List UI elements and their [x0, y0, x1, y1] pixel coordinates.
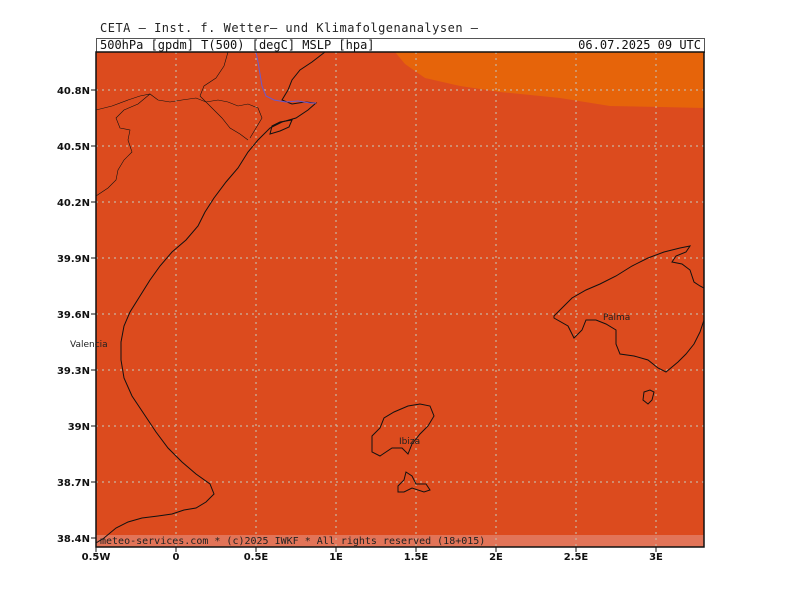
lon-label-0-5w: 0.5W: [82, 552, 111, 563]
lat-label-39-3: 39.3N: [57, 366, 90, 377]
lon-label-0-5e: 0.5E: [244, 552, 269, 563]
lon-label-0: 0: [173, 552, 180, 563]
lon-label-3e: 3E: [649, 552, 663, 563]
city-label-palma: Palma: [603, 313, 630, 323]
lat-label-39: 39N: [68, 422, 90, 433]
lat-label-38-7: 38.7N: [57, 478, 90, 489]
lat-label-38-4: 38.4N: [57, 534, 90, 545]
lon-label-1e: 1E: [329, 552, 343, 563]
lat-label-39-6: 39.6N: [57, 310, 90, 321]
city-label-ibiza: Ibiza: [399, 437, 420, 447]
lat-label-39-9: 39.9N: [57, 254, 90, 265]
lon-label-1-5e: 1.5E: [404, 552, 429, 563]
lat-label-40-8: 40.8N: [57, 86, 90, 97]
lat-label-40-5: 40.5N: [57, 142, 90, 153]
weather-map: 40.8N 40.5N 40.2N 39.9N 39.6N 39.3N 39N …: [57, 51, 705, 563]
temperature-field: [96, 52, 704, 547]
city-label-valencia: Valencia: [70, 340, 108, 350]
lon-label-2e: 2E: [489, 552, 503, 563]
copyright-footer: meteo-services.com * (c)2025 IWKF * All …: [100, 536, 485, 547]
lon-label-2-5e: 2.5E: [564, 552, 589, 563]
lat-label-40-2: 40.2N: [57, 198, 90, 209]
